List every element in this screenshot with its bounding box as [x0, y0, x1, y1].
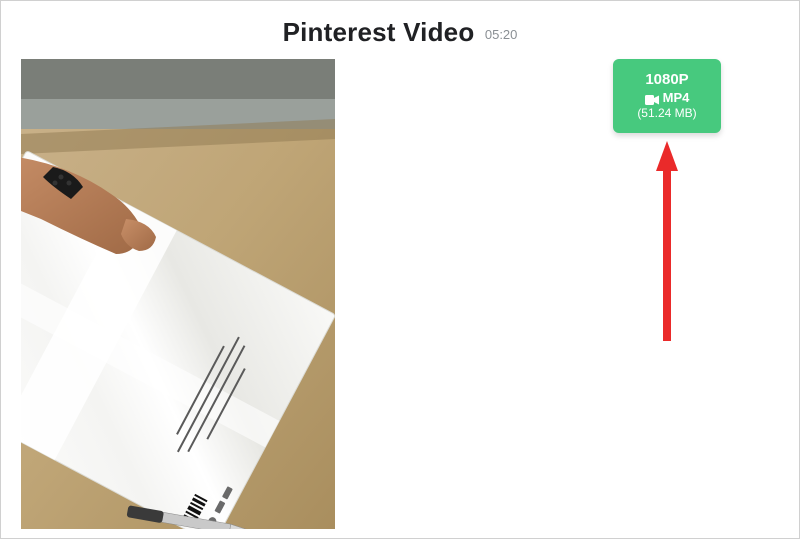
video-duration: 05:20	[485, 27, 518, 42]
format-row: MP4	[645, 90, 690, 107]
format-label: MP4	[663, 90, 690, 107]
resolution-label: 1080P	[645, 70, 688, 90]
filesize-label: (51.24 MB)	[637, 106, 696, 122]
annotation-arrow	[656, 141, 678, 341]
video-camera-icon	[645, 93, 659, 103]
thumbnail-graphic: iPad Pro	[21, 59, 335, 529]
download-1080p-button[interactable]: 1080P MP4 (51.24 MB)	[613, 59, 721, 133]
page-header: Pinterest Video 05:20	[1, 1, 799, 58]
video-thumbnail[interactable]: iPad Pro	[21, 59, 335, 529]
page-title: Pinterest Video	[283, 17, 475, 48]
